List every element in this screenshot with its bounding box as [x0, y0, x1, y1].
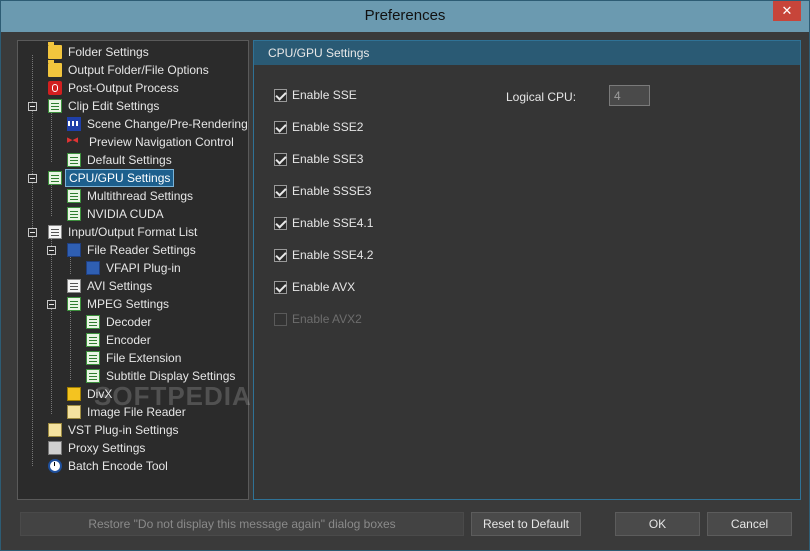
tree-item-preview-navigation[interactable]: Preview Navigation Control [67, 133, 237, 151]
close-button[interactable]: ✕ [773, 1, 801, 21]
checkbox-box[interactable] [274, 88, 287, 102]
checkbox-enable-sse2[interactable]: Enable SSE2 [274, 118, 363, 136]
tree-item-avi-settings[interactable]: AVI Settings [67, 277, 155, 295]
checkbox-enable-avx2: Enable AVX2 [274, 310, 362, 328]
tree-item-nvidia-cuda[interactable]: NVIDIA CUDA [67, 205, 167, 223]
tree-item-clip-edit-settings[interactable]: Clip Edit Settings [48, 97, 162, 115]
title-bar: Preferences ✕ [1, 1, 809, 32]
collapse-file-reader-toggle[interactable] [47, 246, 56, 255]
dialog-body: Folder Settings Output Folder/File Optio… [9, 32, 801, 542]
tree-item-vst-plugin[interactable]: VST Plug-in Settings [48, 421, 182, 439]
settings-document-icon [67, 189, 81, 203]
output-folder-icon [48, 60, 62, 77]
window-title: Preferences [364, 7, 446, 24]
tree-item-multithread-settings[interactable]: Multithread Settings [67, 187, 196, 205]
logical-cpu-field[interactable] [609, 85, 650, 106]
ok-button[interactable]: OK [615, 512, 700, 536]
folder-icon [48, 42, 62, 59]
avi-document-icon [67, 279, 81, 293]
extension-document-icon [86, 351, 100, 365]
list-document-icon [48, 225, 62, 239]
decoder-document-icon [86, 315, 100, 329]
tree-item-proxy-settings[interactable]: Proxy Settings [48, 439, 148, 457]
mpeg-document-icon [67, 297, 81, 311]
restore-dialogs-button: Restore "Do not display this message aga… [20, 512, 464, 536]
image-file-icon [67, 405, 81, 419]
vst-plugin-icon [48, 423, 62, 437]
cpu-gpu-settings-panel: CPU/GPU Settings Enable SSE Enable SSE2 … [253, 40, 801, 500]
checkbox-box[interactable] [274, 152, 287, 166]
settings-tree[interactable]: Folder Settings Output Folder/File Optio… [17, 40, 252, 500]
encoder-document-icon [86, 333, 100, 347]
settings-document-icon [48, 99, 62, 113]
checkbox-enable-ssse3[interactable]: Enable SSSE3 [274, 182, 371, 200]
preferences-window: Preferences ✕ Folder Settings Output Fol… [0, 0, 810, 551]
checkbox-enable-sse3[interactable]: Enable SSE3 [274, 150, 363, 168]
softpedia-watermark: SOFTPEDIA [94, 381, 252, 411]
reset-to-default-button[interactable]: Reset to Default [471, 512, 581, 536]
file-reader-icon [67, 243, 81, 257]
film-strip-icon [67, 117, 81, 131]
tree-item-io-format-list[interactable]: Input/Output Format List [48, 223, 200, 241]
proxy-stack-icon [48, 441, 62, 455]
tree-item-file-extension[interactable]: File Extension [86, 349, 184, 367]
checkbox-box[interactable] [274, 216, 287, 230]
tree-item-decoder[interactable]: Decoder [86, 313, 154, 331]
tree-item-folder-settings[interactable]: Folder Settings [48, 42, 152, 61]
panel-header: CPU/GPU Settings [254, 41, 800, 65]
tree-item-encoder[interactable]: Encoder [86, 331, 154, 349]
checkbox-box [274, 312, 287, 326]
cancel-button[interactable]: Cancel [707, 512, 792, 536]
clock-icon [48, 459, 62, 473]
collapse-mpeg-toggle[interactable] [47, 300, 56, 309]
logical-cpu-label: Logical CPU: [506, 90, 577, 104]
tree-item-vfapi-plugin[interactable]: VFAPI Plug-in [86, 259, 184, 277]
checkbox-box[interactable] [274, 120, 287, 134]
checkbox-enable-sse41[interactable]: Enable SSE4.1 [274, 214, 373, 232]
checkbox-enable-sse42[interactable]: Enable SSE4.2 [274, 246, 373, 264]
collapse-io-format-toggle[interactable] [28, 228, 37, 237]
checkbox-box[interactable] [274, 280, 287, 294]
tree-item-post-output-process[interactable]: Post-Output Process [48, 79, 182, 97]
collapse-cpu-gpu-toggle[interactable] [28, 174, 37, 183]
settings-document-icon [67, 207, 81, 221]
plugin-icon [86, 261, 100, 275]
tree-item-default-settings[interactable]: Default Settings [67, 151, 175, 169]
power-icon [48, 81, 62, 95]
collapse-clip-edit-toggle[interactable] [28, 102, 37, 111]
tree-item-file-reader-settings[interactable]: File Reader Settings [67, 241, 199, 259]
navigation-arrows-icon [67, 133, 83, 149]
settings-document-icon [48, 171, 62, 185]
tree-item-batch-encode[interactable]: Batch Encode Tool [48, 457, 171, 475]
checkbox-box[interactable] [274, 248, 287, 262]
settings-document-icon [67, 153, 81, 167]
tree-item-cpu-gpu-settings[interactable]: CPU/GPU Settings [48, 169, 175, 187]
tree-item-mpeg-settings[interactable]: MPEG Settings [67, 295, 172, 313]
tree-item-output-folder-file-options[interactable]: Output Folder/File Options [48, 60, 212, 79]
divx-icon [67, 387, 81, 401]
tree-item-scene-change[interactable]: Scene Change/Pre-Rendering [67, 115, 251, 133]
checkbox-enable-sse[interactable]: Enable SSE [274, 86, 357, 104]
checkbox-enable-avx[interactable]: Enable AVX [274, 278, 355, 296]
checkbox-box[interactable] [274, 184, 287, 198]
